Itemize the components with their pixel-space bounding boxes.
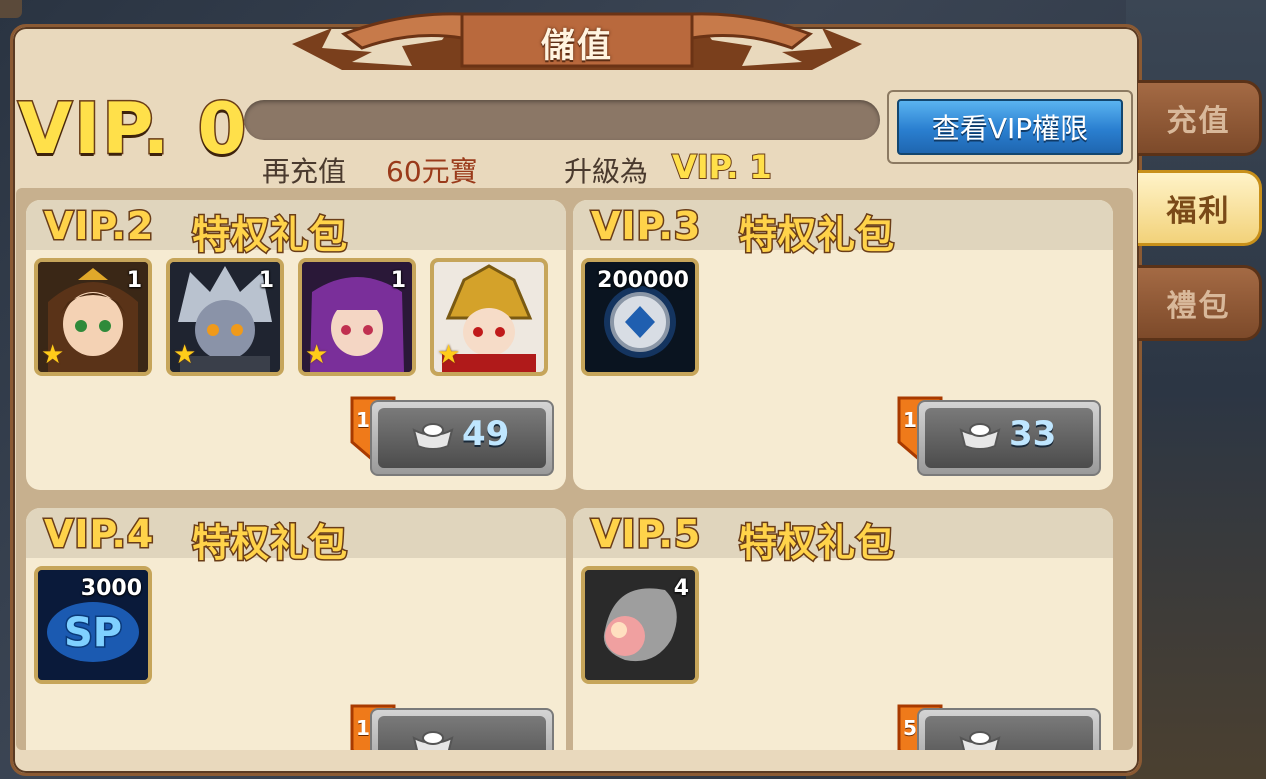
silver-ingot-icon: [412, 423, 454, 450]
spirit-orb-icon[interactable]: 4: [581, 566, 699, 684]
buy-button-vip5[interactable]: [917, 708, 1101, 750]
item-quantity: 3000: [80, 576, 142, 601]
package-card-vip3: VIP.3 特权礼包 200000 1折 33: [573, 200, 1113, 490]
package-level: VIP.5: [589, 511, 702, 558]
hero-purple-hair-icon[interactable]: 1 ★: [298, 258, 416, 376]
package-title: 特权礼包: [190, 212, 349, 259]
vip-level-label: VIP. 0: [16, 87, 249, 172]
package-card-vip5: VIP.5 特权礼包 4 5折: [573, 508, 1113, 750]
package-title: 特权礼包: [737, 212, 896, 259]
package-title: 特权礼包: [737, 520, 896, 567]
star-icon: ★: [305, 340, 329, 370]
tab-gift-pack[interactable]: 禮包: [1138, 265, 1262, 341]
tab-welfare[interactable]: 福利: [1138, 170, 1262, 246]
package-title: 特权礼包: [190, 520, 349, 567]
buy-button-face: [925, 716, 1093, 750]
item-quantity: 1: [258, 268, 274, 293]
buy-button-face: [378, 716, 546, 750]
sp-icon[interactable]: SP 3000: [34, 566, 152, 684]
silver-ingot-icon: [959, 423, 1001, 450]
hero-diaochan-icon[interactable]: 1 ★: [34, 258, 152, 376]
view-vip-privileges-button[interactable]: 查看VIP權限: [887, 90, 1133, 164]
silver-ingot-icon: [959, 731, 1001, 750]
star-icon: ★: [41, 340, 65, 370]
next-vip-level: VIP. 1: [671, 147, 773, 187]
item-quantity: 200000: [597, 268, 689, 293]
title-ribbon: 儲值: [292, 0, 862, 72]
buy-button-vip4[interactable]: [370, 708, 554, 750]
recharge-prompt-prefix: 再充值: [262, 155, 347, 188]
item-quantity: 1: [390, 268, 406, 293]
view-vip-privileges-label: 查看VIP權限: [897, 99, 1123, 155]
hero-silver-hair-icon[interactable]: 1 ★: [166, 258, 284, 376]
price-value: 33: [1009, 414, 1057, 454]
star-icon: ★: [173, 340, 197, 370]
star-icon: ★: [437, 340, 461, 370]
upgrade-prompt: 升級為: [564, 155, 649, 188]
background-corner: [0, 0, 22, 18]
package-level: VIP.3: [589, 203, 702, 250]
package-card-vip4: VIP.4 特权礼包 SP 3000 1折: [26, 508, 566, 750]
svg-text:SP: SP: [64, 610, 122, 656]
hero-gold-helmet-icon[interactable]: ★: [430, 258, 548, 376]
buy-button-vip3[interactable]: 33: [917, 400, 1101, 476]
package-level: VIP.4: [42, 511, 155, 558]
recharge-amount: 60元寶: [386, 155, 478, 188]
package-level: VIP.2: [42, 203, 155, 250]
price-value: 49: [462, 414, 510, 454]
buy-button-vip2[interactable]: 49: [370, 400, 554, 476]
silver-ingot-icon: [412, 731, 454, 750]
item-quantity: 4: [673, 576, 689, 601]
silver-coin-icon[interactable]: 200000: [581, 258, 699, 376]
item-quantity: 1: [126, 268, 142, 293]
window-title: 儲值: [541, 26, 613, 66]
vip-progress-bar: [244, 100, 880, 140]
package-card-vip2: VIP.2 特权礼包 1 ★ 1 ★ 1 ★ ★ 49: [26, 200, 566, 490]
tab-recharge[interactable]: 充值: [1138, 80, 1262, 156]
package-list[interactable]: VIP.2 特权礼包 1 ★ 1 ★ 1 ★ ★ 49 VIP.3 特权礼包 2…: [16, 188, 1133, 750]
